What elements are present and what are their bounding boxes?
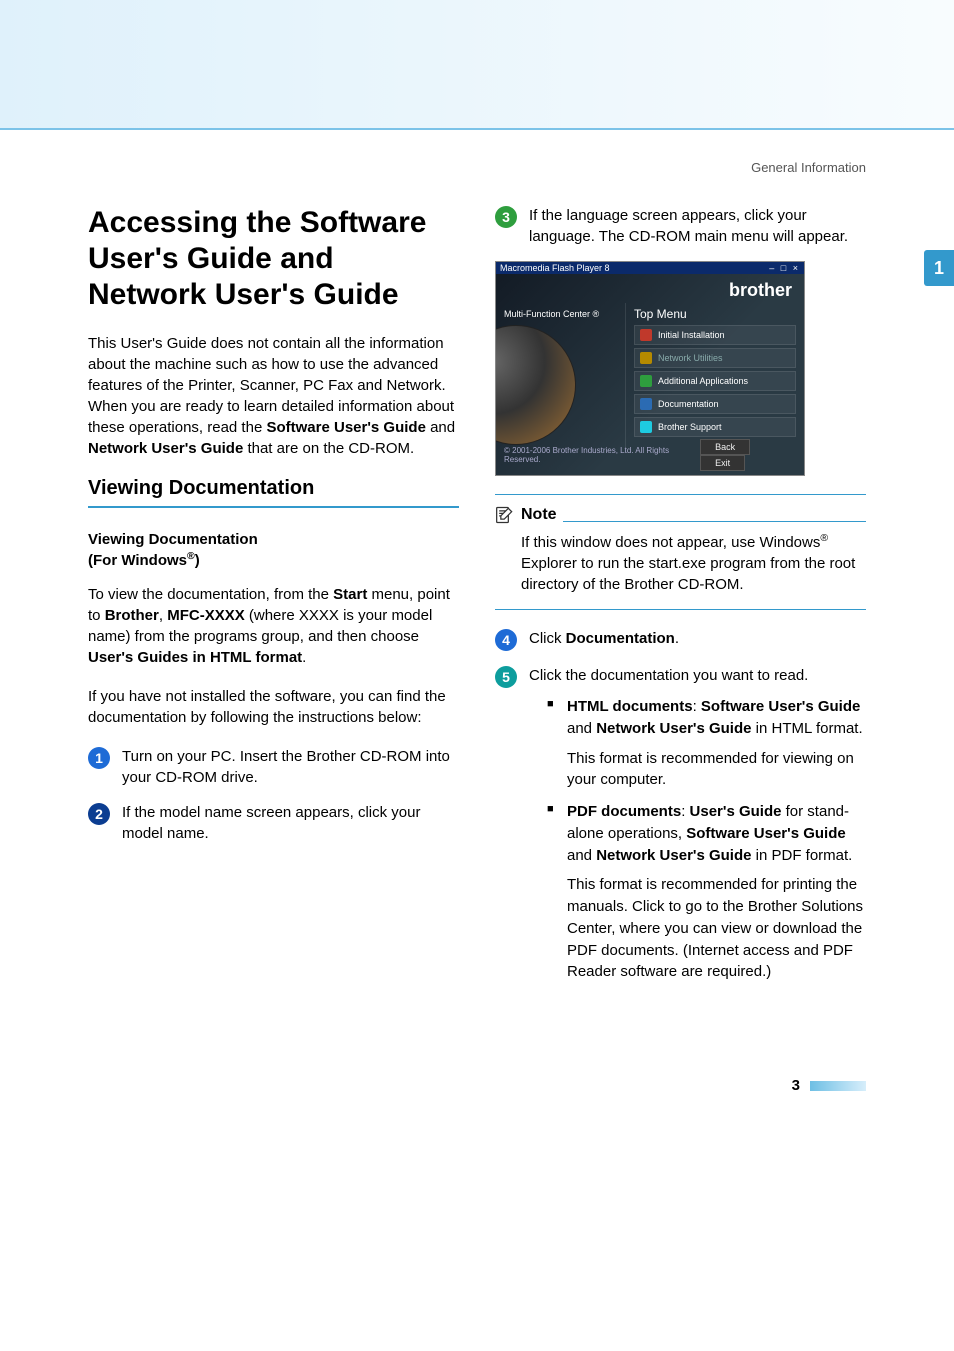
- cdrom-menu-screenshot: Macromedia Flash Player 8 – □ × brother …: [495, 261, 805, 476]
- window-buttons-icon: – □ ×: [769, 263, 800, 273]
- list-item-desc: This format is recommended for viewing o…: [567, 748, 866, 792]
- list-item: HTML documents: Software User's Guide an…: [547, 696, 866, 791]
- subsection-heading: Viewing Documentation (For Windows®): [88, 530, 459, 570]
- left-column: Accessing the Software User's Guide and …: [88, 205, 459, 1007]
- screenshot-menu-item: Network Utilities: [634, 348, 796, 368]
- page-content: 1 General Information Accessing the Soft…: [0, 130, 954, 1007]
- footer-bar-icon: [810, 1081, 866, 1091]
- step-number-1-icon: 1: [88, 747, 110, 769]
- intro-end: that are on the CD-ROM.: [243, 440, 414, 457]
- menu-item-icon: [640, 375, 652, 387]
- main-heading: Accessing the Software User's Guide and …: [88, 205, 459, 313]
- header-band: [0, 0, 954, 130]
- section-heading: Viewing Documentation: [88, 477, 459, 500]
- step-number-4-icon: 4: [495, 629, 517, 651]
- step-3: 3 If the language screen appears, click …: [495, 205, 866, 247]
- screenshot-right-panel: Top Menu Initial Installation Network Ut…: [626, 303, 804, 453]
- screenshot-brother-logo: brother: [496, 274, 804, 303]
- screenshot-window-title: Macromedia Flash Player 8: [500, 263, 610, 273]
- not-installed-paragraph: If you have not installed the software, …: [88, 686, 459, 728]
- screenshot-titlebar: Macromedia Flash Player 8 – □ ×: [496, 262, 804, 274]
- step-number-3-icon: 3: [495, 206, 517, 228]
- intro-bold-2: Network User's Guide: [88, 440, 243, 457]
- start-menu-paragraph: To view the documentation, from the Star…: [88, 584, 459, 668]
- screenshot-menu-item: Initial Installation: [634, 325, 796, 345]
- subsection-line1: Viewing Documentation: [88, 531, 258, 548]
- note-title-rule: [563, 521, 866, 522]
- running-header: General Information: [88, 160, 866, 175]
- intro-paragraph: This User's Guide does not contain all t…: [88, 333, 459, 459]
- screenshot-menu-item: Documentation: [634, 394, 796, 414]
- step-5-text: Click the documentation you want to read…: [529, 665, 866, 993]
- menu-item-icon: [640, 352, 652, 364]
- step-5: 5 Click the documentation you want to re…: [495, 665, 866, 993]
- right-column: 3 If the language screen appears, click …: [495, 205, 866, 1007]
- screenshot-exit-button: Exit: [700, 455, 745, 471]
- list-item: PDF documents: User's Guide for stand-al…: [547, 801, 866, 983]
- chapter-side-tab: 1: [924, 250, 954, 286]
- step-3-text: If the language screen appears, click yo…: [529, 205, 866, 247]
- step-number-5-icon: 5: [495, 666, 517, 688]
- menu-item-icon: [640, 421, 652, 433]
- step-1: 1 Turn on your PC. Insert the Brother CD…: [88, 746, 459, 788]
- subsection-line2b: ): [195, 552, 200, 569]
- registered-mark-icon: ®: [187, 550, 195, 562]
- screenshot-menu-item: Additional Applications: [634, 371, 796, 391]
- note-pencil-icon: [495, 505, 515, 525]
- step-4: 4 Click Documentation.: [495, 628, 866, 651]
- subsection-line2a: (For Windows: [88, 552, 187, 569]
- list-item-desc: This format is recommended for printing …: [567, 874, 866, 983]
- step-1-text: Turn on your PC. Insert the Brother CD-R…: [122, 746, 459, 788]
- screenshot-back-button: Back: [700, 439, 750, 455]
- step-4-text: Click Documentation.: [529, 628, 679, 649]
- step-number-2-icon: 2: [88, 803, 110, 825]
- page-footer: 3: [0, 1077, 954, 1124]
- note-box: Note If this window does not appear, use…: [495, 494, 866, 610]
- screenshot-left-panel: Multi-Function Center ®: [496, 303, 626, 453]
- screenshot-menu-item: Brother Support: [634, 417, 796, 437]
- menu-item-icon: [640, 329, 652, 341]
- document-type-list: HTML documents: Software User's Guide an…: [529, 696, 866, 983]
- screenshot-footer: © 2001-2006 Brother Industries, Ltd. All…: [496, 435, 804, 475]
- screenshot-copyright: © 2001-2006 Brother Industries, Ltd. All…: [504, 446, 694, 464]
- page-number: 3: [792, 1077, 800, 1094]
- disc-image-icon: [495, 325, 576, 445]
- note-body: If this window does not appear, use Wind…: [495, 531, 866, 595]
- intro-bold-1: Software User's Guide: [266, 419, 425, 436]
- screenshot-mfc-label: Multi-Function Center ®: [504, 309, 599, 319]
- intro-mid: and: [426, 419, 455, 436]
- section-rule: [88, 506, 459, 508]
- note-title: Note: [521, 506, 557, 524]
- step-2-text: If the model name screen appears, click …: [122, 802, 459, 844]
- screenshot-top-menu-label: Top Menu: [634, 307, 796, 321]
- step-2: 2 If the model name screen appears, clic…: [88, 802, 459, 844]
- menu-item-icon: [640, 398, 652, 410]
- registered-mark-icon: ®: [820, 532, 828, 544]
